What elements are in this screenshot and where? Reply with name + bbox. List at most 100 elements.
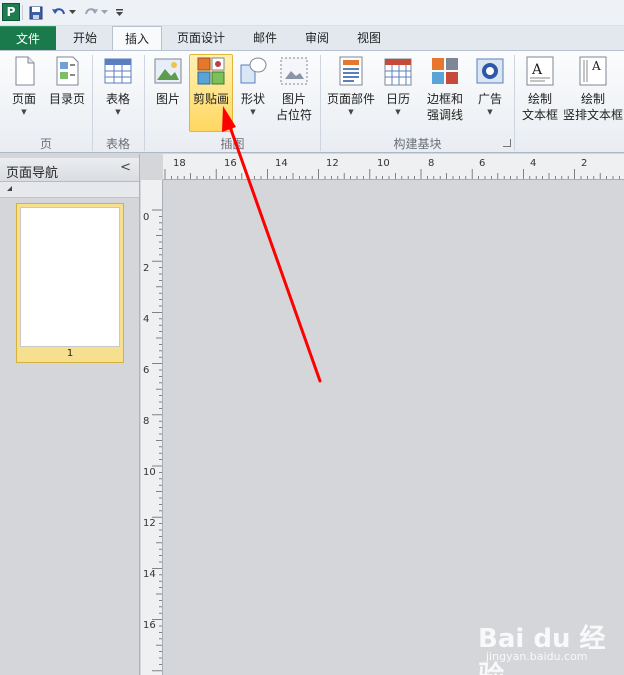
tab-mailings[interactable]: 邮件	[240, 26, 290, 50]
redo-dropdown-icon[interactable]	[100, 4, 108, 21]
advertisement-icon	[476, 58, 504, 84]
page-button-label: 页面	[11, 92, 36, 106]
picture-placeholder-label-line2: 占位符	[275, 108, 312, 122]
ruler-label: 10	[143, 467, 156, 478]
chevron-down-icon: ▼	[395, 108, 401, 116]
picture-button-label: 图片	[155, 92, 180, 106]
svg-text:A: A	[531, 62, 543, 78]
page-parts-label: 页面部件	[326, 92, 375, 106]
picture-placeholder-label: 图片	[281, 92, 306, 106]
tab-review[interactable]: 审阅	[292, 26, 342, 50]
ruler-label: 18	[173, 158, 186, 169]
draw-vertical-textbox-label-line2: 竖排文本框	[562, 108, 623, 122]
navigation-section-header[interactable]	[0, 182, 139, 198]
ruler-label: 0	[143, 212, 150, 223]
borders-label: 边框和	[426, 92, 463, 106]
clip-art-icon	[197, 57, 225, 85]
group-label-illustrations: 插图	[220, 137, 245, 151]
draw-vertical-textbox-label: 绘制	[580, 92, 605, 106]
navigation-title: 页面导航	[6, 166, 59, 181]
group-label-tables: 表格	[105, 137, 130, 151]
vertical-ruler[interactable]: 0 2 4 6 8 10 12 14 16	[141, 180, 163, 675]
save-icon[interactable]	[28, 4, 44, 21]
catalog-page-label: 目录页	[48, 92, 85, 106]
group-divider	[514, 55, 515, 151]
draw-textbox-icon: A	[526, 56, 554, 86]
ruler-label: 4	[530, 158, 537, 169]
ruler-label: 14	[143, 569, 156, 580]
ruler-label: 10	[377, 158, 390, 169]
chevron-down-icon: ▼	[21, 108, 27, 116]
shapes-button-label: 形状	[240, 92, 265, 106]
chevron-down-icon: ▼	[487, 108, 493, 116]
page-parts-button[interactable]: 页面部件 ▼	[324, 55, 378, 117]
table-button[interactable]: 表格 ▼	[98, 55, 138, 117]
tab-file[interactable]: 文件	[0, 26, 56, 50]
ruler-label: 6	[479, 158, 486, 169]
page-button[interactable]: 页面 ▼	[6, 55, 42, 117]
picture-placeholder-button[interactable]: 图片 占位符	[274, 55, 314, 123]
ribbon-tabs: 文件 开始 插入 页面设计 邮件 审阅 视图	[0, 26, 624, 51]
ruler-label: 8	[143, 416, 150, 427]
borders-label-line2: 强调线	[426, 108, 463, 122]
borders-icon	[432, 58, 458, 84]
advertisement-button[interactable]: 广告 ▼	[472, 55, 508, 117]
ribbon-insert: 页面 ▼ 目录页 页 表格 ▼ 表格 图片 剪贴画 形状 ▼ 图片 占位符 插图…	[0, 50, 624, 153]
ruler-label: 16	[143, 620, 156, 631]
page-parts-icon	[339, 56, 363, 86]
draw-textbox-label: 绘制	[527, 92, 552, 106]
undo-icon[interactable]	[50, 4, 68, 21]
publisher-logo-icon[interactable]: P	[2, 3, 20, 21]
ruler-label: 2	[143, 263, 150, 274]
chevron-down-icon: ▼	[250, 108, 256, 116]
divider	[22, 5, 23, 20]
chevron-down-icon: ▼	[115, 108, 121, 116]
shapes-button[interactable]: 形状 ▼	[235, 55, 271, 117]
clip-art-button[interactable]: 剪贴画	[189, 54, 233, 132]
ruler-corner	[141, 154, 163, 180]
picture-button[interactable]: 图片	[150, 55, 186, 107]
redo-icon[interactable]	[82, 4, 100, 21]
watermark-logo: Bai du 经验	[478, 624, 606, 675]
picture-icon	[154, 58, 182, 84]
ruler-label: 12	[326, 158, 339, 169]
undo-dropdown-icon[interactable]	[68, 4, 76, 21]
chevron-down-icon: ▼	[348, 108, 354, 116]
page-number: 1	[66, 348, 74, 359]
ruler-label: 6	[143, 365, 150, 376]
customize-icon[interactable]	[114, 4, 124, 21]
horizontal-ruler[interactable]: 18 16 14 12 10 8 6 4 2	[163, 154, 624, 180]
svg-text:A: A	[591, 59, 601, 73]
navigation-header: 页面导航 <	[0, 158, 139, 182]
vertical-ruler-ticks	[152, 209, 162, 672]
page-thumbnail[interactable]: 1	[16, 203, 124, 363]
ruler-label: 12	[143, 518, 156, 529]
calendar-button[interactable]: 日历 ▼	[380, 55, 416, 117]
tab-home[interactable]: 开始	[60, 26, 110, 50]
table-icon	[104, 58, 132, 84]
calendar-label: 日历	[385, 92, 410, 106]
ruler-label: 8	[428, 158, 435, 169]
borders-accents-button[interactable]: 边框和 强调线	[418, 55, 472, 123]
page-thumbnail-sheet	[20, 207, 120, 347]
calendar-icon	[384, 58, 412, 86]
page-navigation-pane: 页面导航 < 1	[0, 154, 140, 675]
draw-textbox-label-line2: 文本框	[521, 108, 558, 122]
dialog-launcher-icon[interactable]	[503, 139, 511, 147]
advertisement-label: 广告	[477, 92, 502, 106]
catalog-page-icon	[56, 56, 79, 86]
clip-art-button-label: 剪贴画	[192, 92, 229, 106]
draw-textbox-button[interactable]: A 绘制 文本框	[518, 55, 562, 123]
ruler-label: 14	[275, 158, 288, 169]
picture-placeholder-icon	[280, 57, 308, 85]
tab-view[interactable]: 视图	[344, 26, 394, 50]
document-workspace[interactable]	[164, 181, 624, 675]
table-button-label: 表格	[105, 92, 130, 106]
draw-vertical-textbox-button[interactable]: A 绘制 竖排文本框	[562, 55, 624, 123]
ruler-label: 16	[224, 158, 237, 169]
draw-vertical-textbox-icon: A	[579, 56, 607, 86]
collapse-pane-icon[interactable]: <	[120, 160, 131, 175]
tab-insert[interactable]: 插入	[112, 26, 162, 51]
tab-page-design[interactable]: 页面设计	[166, 26, 236, 50]
catalog-page-button[interactable]: 目录页	[44, 55, 90, 107]
